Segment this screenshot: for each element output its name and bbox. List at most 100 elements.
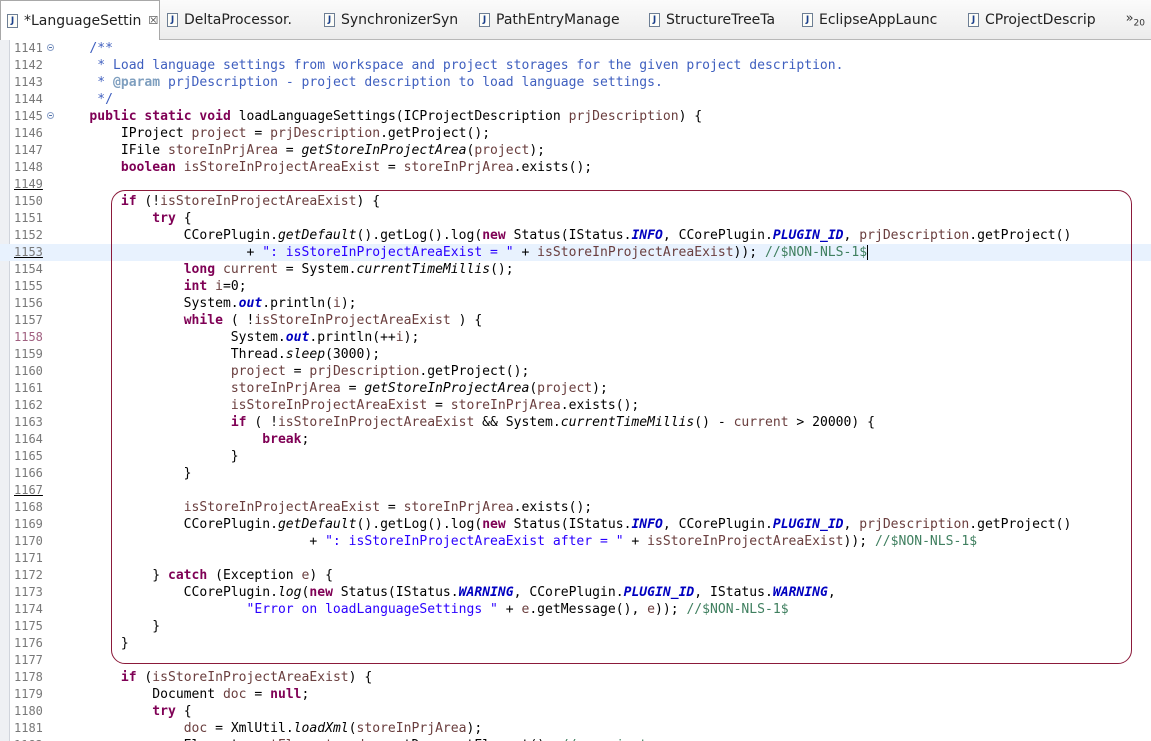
code-token: ) { [348, 670, 373, 685]
code-text: /** [58, 40, 113, 57]
code-text: IFile storeInPrjArea = getStoreInProject… [58, 142, 545, 159]
code-line: 1142 * Load language settings from works… [0, 57, 1151, 74]
line-number: 1179 [14, 687, 43, 701]
line-number: 1171 [14, 551, 43, 565]
code-text: */ [58, 91, 113, 108]
code-token: prjDescription [568, 109, 679, 124]
code-token: getStoreInProjectArea [301, 143, 467, 158]
code-line: 1180 try { [0, 703, 1151, 720]
line-number: 1151 [14, 211, 43, 225]
code-token: ); [466, 721, 483, 736]
code-token: loadLanguageSettings(ICProjectDescriptio… [230, 109, 569, 124]
editor-tab-bar: J *LanguageSettin ☒ J DeltaProcessor. J Synchr… [0, 0, 1151, 40]
tab-2[interactable]: J DeltaProcessor. [161, 0, 311, 39]
tab-6[interactable]: J EclipseAppLaunc [796, 0, 956, 39]
line-number: 1180 [14, 704, 43, 718]
code-token: = [380, 160, 404, 175]
code-token: /** [89, 41, 113, 56]
line-number: 1168 [14, 500, 43, 514]
code-text: doc = XmlUtil.loadXml(storeInPrjArea); [58, 720, 483, 737]
code-token: public [89, 109, 137, 124]
tab-1[interactable]: J *LanguageSettin ☒ [0, 0, 160, 40]
code-line: 1148 boolean isStoreInProjectAreaExist =… [0, 159, 1151, 176]
code-token: .getProject(); [380, 126, 491, 141]
code-token: storeInPrjArea [403, 160, 514, 175]
tab-close-icon[interactable]: ☒ [148, 14, 158, 27]
code-token: Document [58, 687, 223, 702]
code-token: isStoreInProjectAreaExist [152, 670, 349, 685]
line-number: 1142 [14, 58, 43, 72]
line-number: 1141 [14, 41, 43, 55]
line-number: 1147 [14, 143, 43, 157]
line-number: 1153 [14, 245, 43, 259]
line-number: 1145 [14, 109, 43, 123]
code-token: */ [97, 92, 113, 107]
tab-4[interactable]: J PathEntryManage [473, 0, 638, 39]
line-number: 1158 [14, 330, 43, 344]
code-token: null [270, 687, 302, 702]
line-number: 1170 [14, 534, 43, 548]
line-number: 1144 [14, 92, 43, 106]
line-number: 1154 [14, 262, 43, 276]
code-token: * [97, 75, 113, 90]
code-token: if [120, 670, 137, 685]
line-number: 1175 [14, 619, 43, 633]
code-token: IProject [58, 126, 192, 141]
code-text: public static void loadLanguageSettings(… [58, 108, 702, 125]
tab-7[interactable]: J CProjectDescrip [962, 0, 1122, 39]
line-number: 1167 [14, 483, 43, 497]
code-token: storeInPrjArea [167, 143, 278, 158]
code-token: @param [113, 75, 161, 90]
java-file-icon: J [968, 12, 979, 27]
code-line: 1147 IFile storeInPrjArea = getStoreInPr… [0, 142, 1151, 159]
fold-collapse-icon[interactable] [47, 44, 54, 51]
code-line: 1143 * @param prjDescription - project d… [0, 74, 1151, 91]
overflow-chevron: » [1125, 11, 1134, 26]
code-line: 1144 */ [0, 91, 1151, 108]
java-file-icon: J [324, 12, 335, 27]
code-token: = [277, 143, 302, 158]
code-text: boolean isStoreInProjectAreaExist = stor… [58, 159, 592, 176]
line-number: 1177 [14, 653, 43, 667]
code-token: void [199, 109, 231, 124]
java-file-icon: J [167, 12, 178, 27]
tab-label: EclipseAppLaunc [819, 11, 938, 28]
code-text: IProject project = prjDescription.getPro… [58, 125, 490, 142]
code-text: if (isStoreInProjectAreaExist) { [58, 669, 372, 686]
tab-label: *LanguageSettin [24, 12, 142, 29]
annotation-rounded-box [111, 190, 1132, 664]
tab-label: DeltaProcessor. [184, 11, 292, 28]
tab-overflow-button[interactable]: »20 [1126, 11, 1145, 29]
code-line: 1182 Element rootElement = doc.getDocume… [0, 737, 1151, 741]
code-editor[interactable]: 1141 /** 1142 * Load language settings fr… [0, 40, 1151, 741]
line-number: 1163 [14, 415, 43, 429]
tab-3[interactable]: J SynchronizerSyn [318, 0, 468, 39]
code-token: storeInPrjArea [356, 721, 467, 736]
tab-5[interactable]: J StructureTreeTa [643, 0, 791, 39]
line-number: 1166 [14, 466, 43, 480]
code-text: try { [58, 703, 191, 720]
code-line: 1178 if (isStoreInProjectAreaExist) { [0, 669, 1151, 686]
line-number: 1157 [14, 313, 43, 327]
line-number: 1161 [14, 381, 43, 395]
code-token: isStoreInProjectAreaExist [183, 160, 381, 175]
code-line: 1145 public static void loadLanguageSett… [0, 108, 1151, 125]
code-text: * Load language settings from workspace … [58, 57, 843, 74]
line-number: 1159 [14, 347, 43, 361]
java-file-icon: J [7, 13, 18, 28]
line-number: 1155 [14, 279, 43, 293]
fold-collapse-icon[interactable] [47, 112, 54, 119]
line-number: 1176 [14, 636, 43, 650]
code-token: ); [529, 143, 546, 158]
line-number: 1173 [14, 585, 43, 599]
